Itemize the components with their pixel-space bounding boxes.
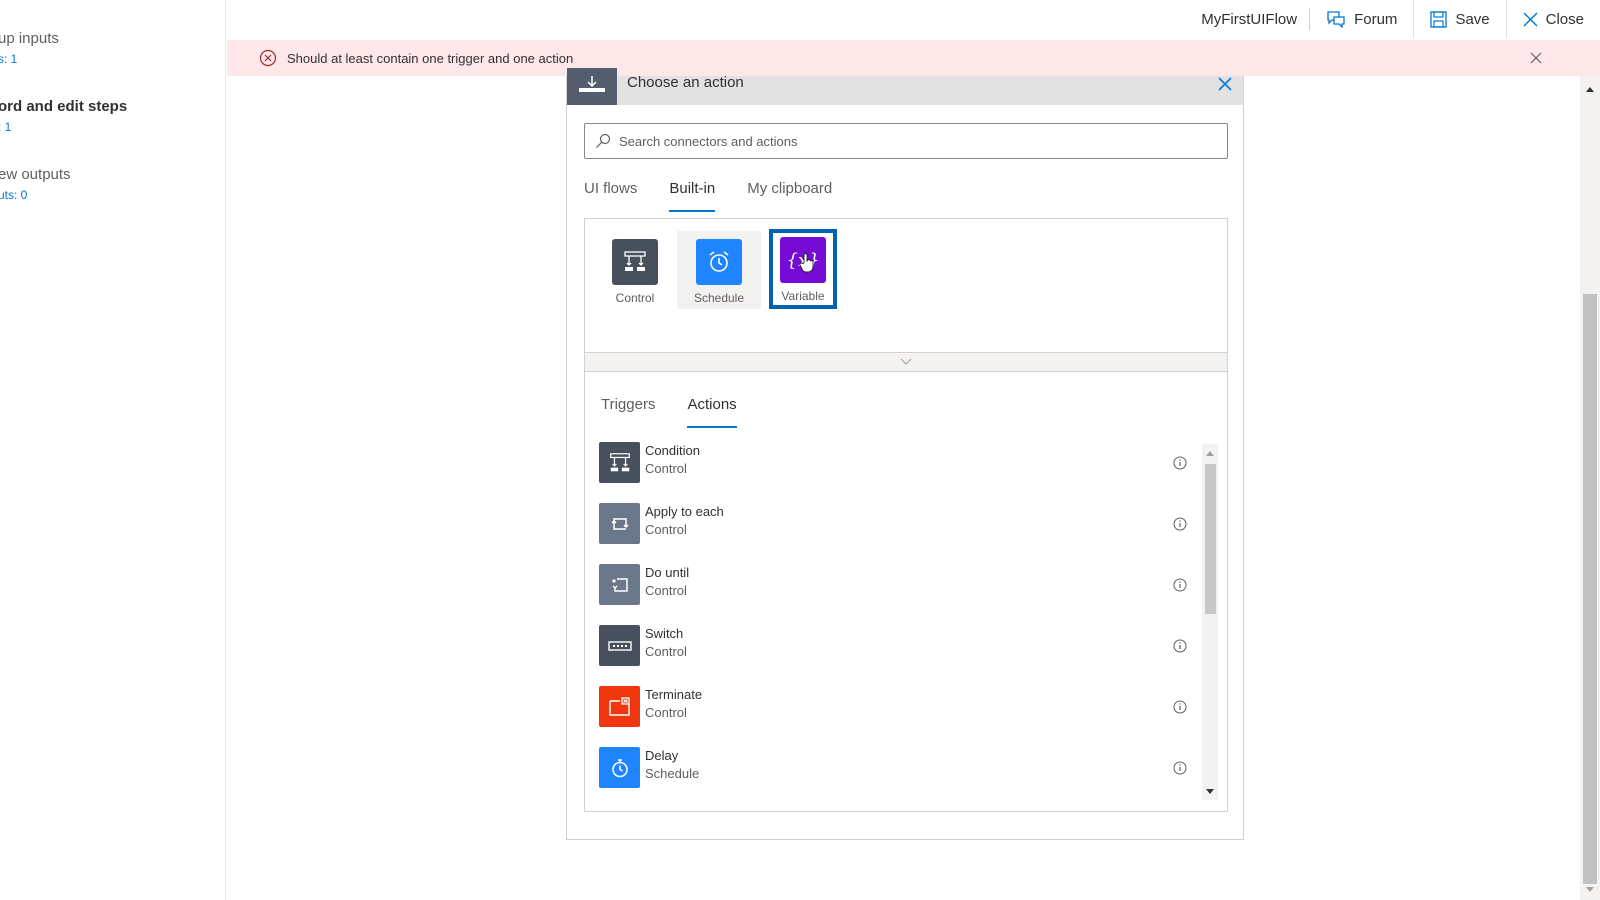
- chevron-down-icon: [900, 358, 912, 365]
- dismiss-icon[interactable]: [1527, 49, 1545, 67]
- forum-label: Forum: [1354, 10, 1398, 28]
- list-item-switch[interactable]: Switch Control: [599, 625, 1187, 686]
- tab-my-clipboard[interactable]: My clipboard: [747, 180, 848, 212]
- close-card-icon[interactable]: [1215, 74, 1235, 94]
- step-title: up inputs: [0, 30, 59, 47]
- page-scroll-thumb[interactable]: [1583, 294, 1597, 884]
- card-title: Choose an action: [627, 74, 744, 91]
- trigger-action-tabs: Triggers Actions: [601, 396, 769, 428]
- forum-button[interactable]: Forum: [1310, 0, 1413, 38]
- timer-icon: [599, 747, 640, 788]
- scroll-down-arrow[interactable]: [1202, 784, 1218, 798]
- scroll-up-arrow[interactable]: [1202, 446, 1218, 460]
- sidebar-step-review-outputs[interactable]: ew outputs uts: 0: [0, 166, 71, 202]
- chat-icon: [1327, 11, 1345, 28]
- action-category: Control: [645, 644, 687, 659]
- connector-label: Control: [615, 291, 655, 305]
- action-name: Switch: [645, 626, 684, 641]
- step-count: : 1: [0, 120, 12, 134]
- close-icon: [1523, 12, 1538, 26]
- error-banner: Should at least contain one trigger and …: [227, 40, 1600, 76]
- action-category: Control: [645, 522, 687, 537]
- switch-icon: [599, 625, 640, 666]
- connector-variable[interactable]: {x} Variable: [769, 229, 837, 309]
- info-icon[interactable]: [1173, 456, 1187, 470]
- step-count: s: 1: [0, 52, 18, 66]
- sidebar-step-record-edit[interactable]: ord and edit steps : 1: [0, 98, 127, 134]
- condition-icon: [599, 442, 640, 483]
- tab-actions[interactable]: Actions: [687, 396, 752, 428]
- scroll-thumb[interactable]: [1205, 464, 1216, 614]
- expand-connectors-toggle[interactable]: [584, 352, 1228, 372]
- actions-scrollbar[interactable]: [1202, 444, 1218, 800]
- list-item-apply-to-each[interactable]: Apply to each Control: [599, 503, 1187, 564]
- arrow-up-icon: [1586, 86, 1594, 92]
- info-icon[interactable]: [1173, 517, 1187, 531]
- connector-tabs: UI flows Built-in My clipboard: [584, 180, 864, 212]
- connector-schedule[interactable]: Schedule: [677, 231, 761, 309]
- list-item-do-until[interactable]: Do until Control: [599, 564, 1187, 625]
- actions-panel: Triggers Actions Condition Control Apply …: [584, 372, 1228, 812]
- arrow-down-icon: [1586, 886, 1594, 892]
- action-name: Condition: [645, 443, 700, 458]
- step-title: ew outputs: [0, 166, 71, 183]
- top-bar: MyFirstUIFlow Forum Save Close: [227, 0, 1600, 38]
- sidebar-step-setup-inputs[interactable]: up inputs s: 1: [0, 30, 59, 66]
- list-item-terminate[interactable]: Terminate Control: [599, 686, 1187, 747]
- step-title: ord and edit steps: [0, 98, 128, 115]
- arrow-up-icon: [1206, 450, 1214, 456]
- close-label: Close: [1545, 10, 1584, 28]
- connector-label: Schedule: [693, 291, 745, 305]
- alarm-clock-icon: [696, 239, 742, 285]
- action-name: Apply to each: [645, 504, 724, 519]
- action-category: Control: [645, 705, 687, 720]
- save-icon: [1430, 10, 1448, 28]
- connector-grid: Control Schedule {x} Variable: [584, 218, 1228, 352]
- error-message: Should at least contain one trigger and …: [287, 50, 574, 66]
- tab-triggers[interactable]: Triggers: [601, 396, 671, 428]
- search-icon: [596, 133, 611, 148]
- arrow-down-icon: [1206, 788, 1214, 794]
- flow-name: MyFirstUIFlow: [1201, 10, 1298, 28]
- tab-built-in[interactable]: Built-in: [669, 180, 731, 212]
- loop-icon: [599, 503, 640, 544]
- error-circle-icon: [259, 49, 277, 67]
- list-item-condition[interactable]: Condition Control: [599, 442, 1187, 503]
- connector-label: Variable: [781, 289, 825, 303]
- terminate-icon: [599, 686, 640, 727]
- save-button[interactable]: Save: [1414, 0, 1505, 38]
- new-step-icon: [567, 68, 617, 105]
- variable-icon: {x}: [780, 237, 826, 283]
- steps-sidebar: up inputs s: 1 ord and edit steps : 1 ew…: [0, 0, 226, 900]
- page-scroll-up[interactable]: [1582, 82, 1598, 96]
- action-name: Do until: [645, 565, 690, 580]
- list-item-delay[interactable]: Delay Schedule: [599, 747, 1187, 808]
- do-until-icon: [599, 564, 640, 605]
- info-icon[interactable]: [1173, 761, 1187, 775]
- control-icon: [612, 239, 658, 285]
- save-label: Save: [1455, 10, 1490, 28]
- page-scroll-down[interactable]: [1582, 882, 1598, 896]
- tab-ui-flows[interactable]: UI flows: [584, 180, 653, 212]
- close-button[interactable]: Close: [1507, 0, 1600, 38]
- action-name: Delay: [645, 748, 679, 763]
- info-icon[interactable]: [1173, 700, 1187, 714]
- search-box[interactable]: [584, 123, 1228, 159]
- action-name: Terminate: [645, 687, 703, 702]
- info-icon[interactable]: [1173, 639, 1187, 653]
- actions-list: Condition Control Apply to each Control Do…: [599, 442, 1187, 808]
- action-category: Schedule: [645, 766, 700, 781]
- connector-control[interactable]: Control: [593, 231, 677, 309]
- info-icon[interactable]: [1173, 578, 1187, 592]
- card-header: Choose an action: [567, 68, 1243, 105]
- action-category: Control: [645, 461, 687, 476]
- choose-action-card: Choose an action UI flows Built-in My cl…: [566, 68, 1244, 840]
- step-count: uts: 0: [0, 188, 28, 202]
- page-scrollbar[interactable]: [1580, 76, 1600, 900]
- action-category: Control: [645, 583, 687, 598]
- search-input[interactable]: [619, 133, 1199, 149]
